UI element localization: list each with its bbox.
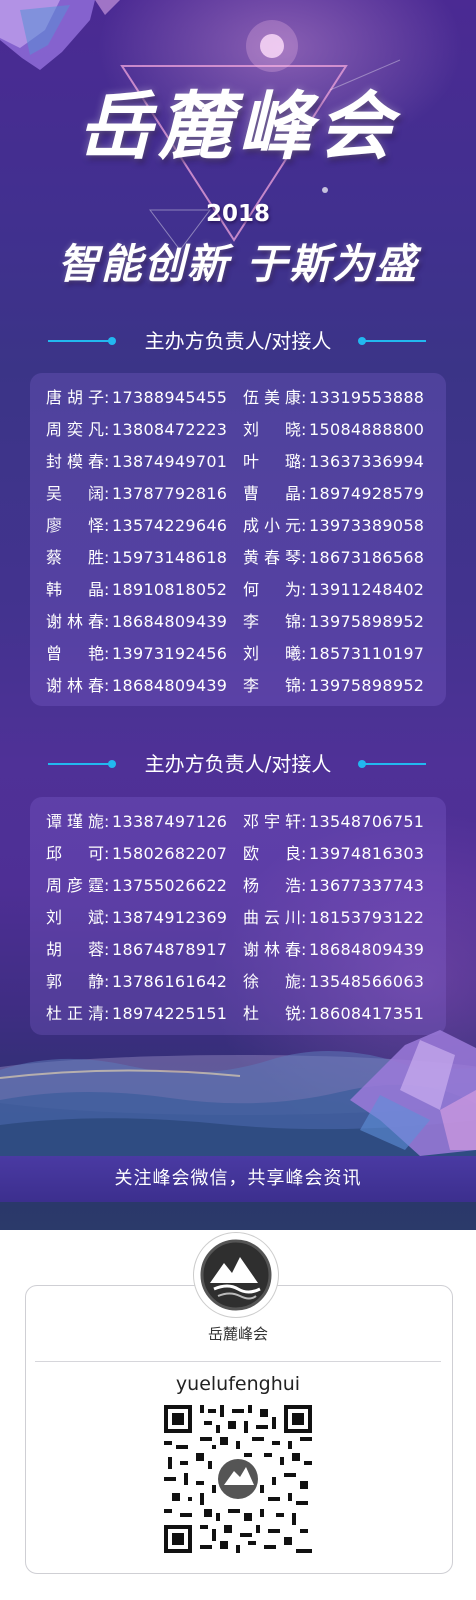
card-divider <box>35 1361 441 1362</box>
account-name: 岳麓峰会 <box>207 1325 268 1343</box>
account-id: yuelufenghui <box>175 1373 301 1395</box>
qr-code-icon[interactable] <box>164 1405 312 1553</box>
poster: 岳麓峰会 2018 智能创新 于斯为盛 主办方负责人/对接人 唐胡子: 17388… <box>0 0 476 1600</box>
landscape-decoration <box>0 1030 476 1156</box>
follow-banner: 关注峰会微信，共享峰会资讯 <box>0 1156 476 1202</box>
mountain-logo-icon <box>200 1239 272 1311</box>
account-logo <box>193 1232 279 1318</box>
follow-banner-text: 关注峰会微信，共享峰会资讯 <box>114 1168 362 1189</box>
